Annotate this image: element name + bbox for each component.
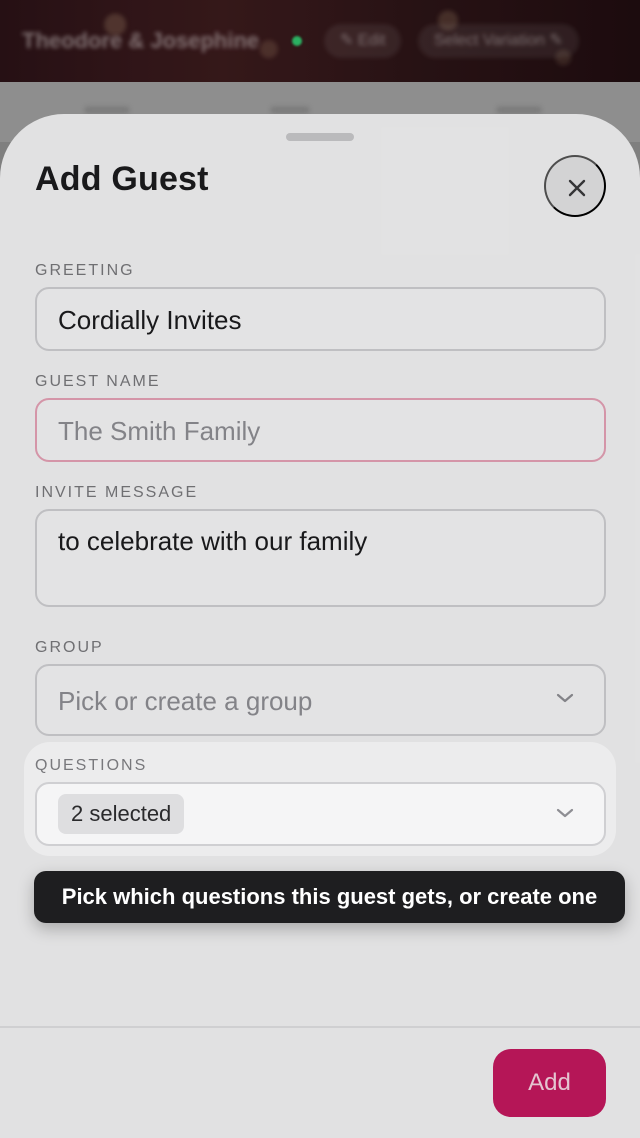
status-dot — [292, 36, 302, 46]
guest-name-label: GUEST NAME — [35, 373, 161, 390]
questions-spotlight: QUESTIONS 2 selected — [24, 742, 616, 856]
guest-name-input[interactable]: The Smith Family — [35, 398, 606, 462]
close-icon — [568, 179, 586, 197]
invite-message-label: INVITE MESSAGE — [35, 484, 199, 501]
questions-label: QUESTIONS — [35, 757, 148, 774]
invite-message-textarea[interactable]: to celebrate with our family — [35, 509, 606, 607]
guest-name-placeholder: The Smith Family — [58, 416, 261, 446]
onboarding-tooltip: Pick which questions this guest gets, or… — [34, 871, 625, 923]
group-label: GROUP — [35, 639, 104, 656]
greeting-label: GREETING — [35, 262, 135, 279]
greeting-value: Cordially Invites — [58, 305, 242, 335]
close-button[interactable] — [544, 155, 606, 217]
drag-handle[interactable] — [286, 133, 354, 141]
selected-count-chip: 2 selected — [58, 794, 185, 834]
add-button[interactable]: Add — [493, 1049, 606, 1117]
greeting-input[interactable]: Cordially Invites — [35, 287, 606, 351]
background-tab — [496, 106, 542, 114]
questions-select[interactable]: 2 selected — [35, 782, 606, 846]
edit-button: ✎ Edit — [324, 24, 402, 58]
group-placeholder: Pick or create a group — [58, 686, 313, 716]
event-title: Theodore & Josephine — [22, 28, 260, 53]
chevron-down-icon — [556, 693, 574, 703]
select-variation-button: Select Variation ✎ — [418, 24, 579, 58]
add-guest-sheet: Add Guest GREETING Cordially Invites GUE… — [0, 114, 640, 1138]
group-select[interactable]: Pick or create a group — [35, 664, 606, 736]
background-tab — [84, 106, 130, 114]
invite-message-value: to celebrate with our family — [58, 526, 368, 556]
chevron-down-icon — [556, 808, 574, 818]
background-header: Theodore & Josephine ✎ Edit Select Varia… — [0, 0, 640, 82]
tooltip-text: Pick which questions this guest gets, or… — [61, 884, 598, 909]
sheet-title: Add Guest — [35, 160, 209, 198]
background-tab — [270, 106, 310, 114]
footer-divider — [0, 1026, 640, 1028]
